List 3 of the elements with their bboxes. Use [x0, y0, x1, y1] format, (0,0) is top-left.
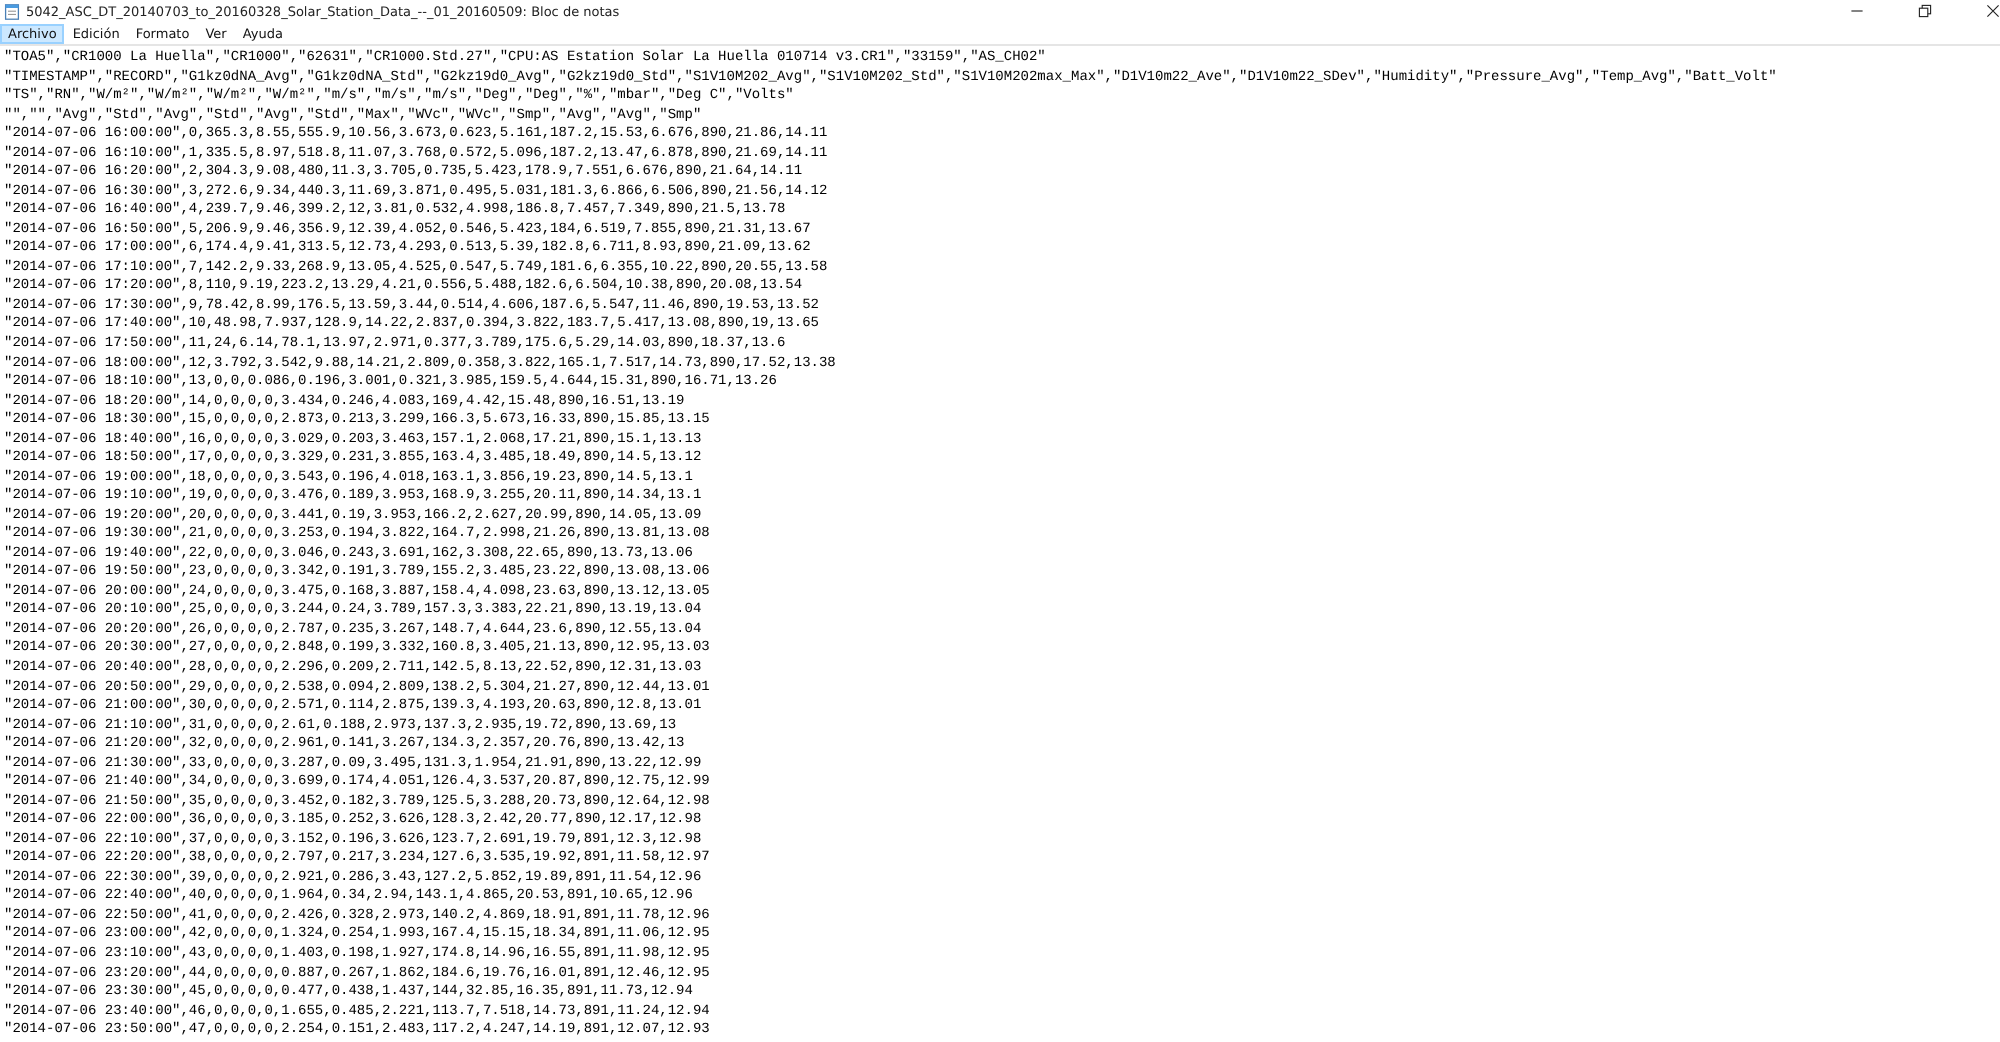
maximize-icon[interactable] — [1918, 4, 1932, 18]
minimize-icon[interactable] — [1850, 4, 1864, 18]
close-icon[interactable] — [1986, 4, 2000, 18]
